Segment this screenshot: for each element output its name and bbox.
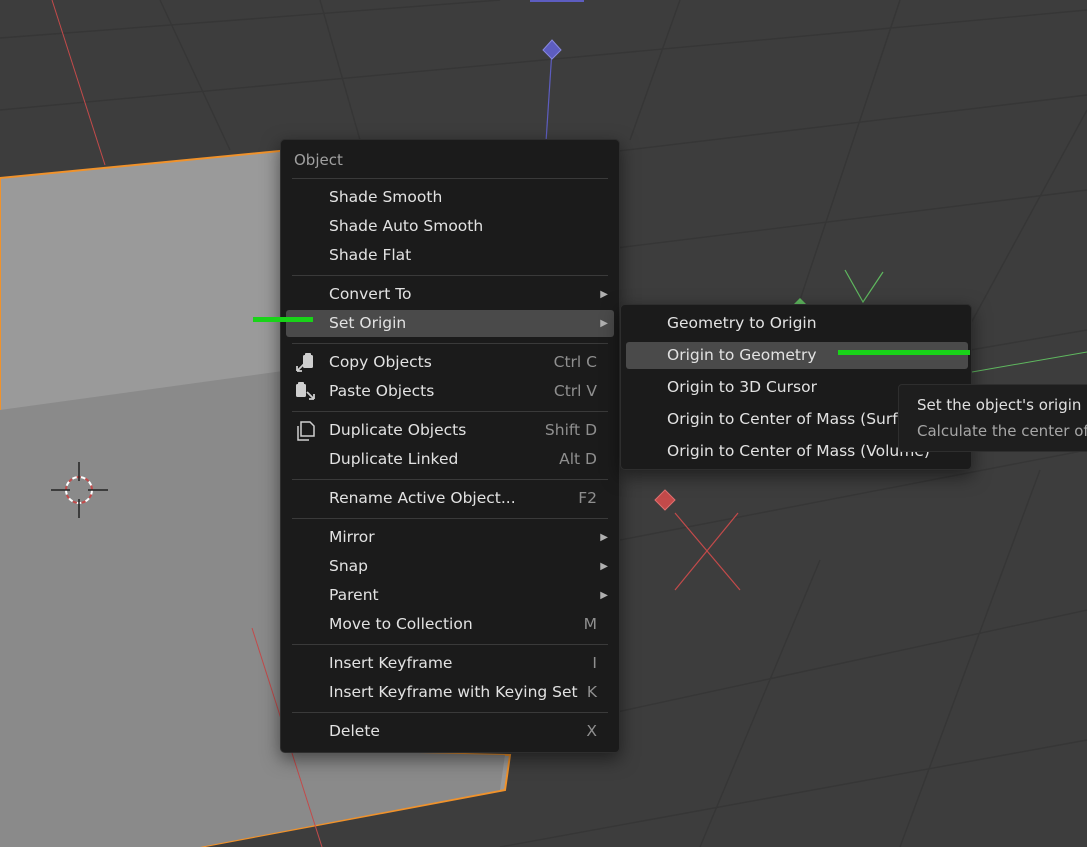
menu-item-set-origin[interactable]: Set Origin ▶	[286, 310, 614, 337]
tooltip-detail: Calculate the center of	[917, 422, 1087, 440]
menu-item-shortcut: Alt D	[559, 450, 597, 468]
menu-item-shortcut: M	[583, 615, 597, 633]
menu-item-label: Insert Keyframe	[329, 654, 453, 672]
menu-item-mirror[interactable]: Mirror ▶	[286, 524, 614, 551]
menu-item-copy-objects[interactable]: Copy Objects Ctrl C	[286, 349, 614, 376]
z-gizmo-axis	[545, 49, 553, 143]
menu-item-shade-auto-smooth[interactable]: Shade Auto Smooth	[286, 213, 614, 240]
menu-item-label: Snap	[329, 557, 368, 575]
x-gizmo-handle-icon[interactable]	[654, 489, 676, 511]
menu-separator	[292, 712, 608, 713]
menu-item-paste-objects[interactable]: Paste Objects Ctrl V	[286, 378, 614, 405]
menu-separator	[292, 411, 608, 412]
submenu-arrow-icon: ▶	[600, 289, 608, 300]
menu-item-move-to-collection[interactable]: Move to Collection M	[286, 611, 614, 638]
menu-item-snap[interactable]: Snap ▶	[286, 553, 614, 580]
menu-item-duplicate-objects[interactable]: Duplicate Objects Shift D	[286, 417, 614, 444]
duplicate-icon	[297, 421, 315, 441]
menu-item-label: Origin to Center of Mass (Surface)	[667, 410, 932, 428]
menu-item-label: Origin to 3D Cursor	[667, 378, 817, 396]
menu-item-shade-smooth[interactable]: Shade Smooth	[286, 184, 614, 211]
x-axis-line	[51, 0, 106, 166]
menu-separator	[292, 518, 608, 519]
tooltip: Set the object's origin Calculate the ce…	[898, 384, 1087, 452]
y-gizmo-arrow-icon	[844, 269, 884, 304]
menu-item-convert-to[interactable]: Convert To ▶	[286, 281, 614, 308]
menu-item-label: Parent	[329, 586, 379, 604]
menu-item-label: Move to Collection	[329, 615, 473, 633]
menu-item-delete[interactable]: Delete X	[286, 718, 614, 745]
x-gizmo-cross-icon	[674, 512, 741, 591]
tooltip-description: Set the object's origin	[917, 396, 1082, 414]
menu-item-duplicate-linked[interactable]: Duplicate Linked Alt D	[286, 446, 614, 473]
menu-item-label: Insert Keyframe with Keying Set	[329, 683, 578, 701]
menu-item-insert-keyframe[interactable]: Insert Keyframe I	[286, 650, 614, 677]
menu-item-label: Delete	[329, 722, 380, 740]
z-gizmo-handle-icon[interactable]	[542, 39, 562, 60]
paste-icon	[296, 382, 315, 400]
y-gizmo-axis	[971, 351, 1087, 373]
menu-item-label: Rename Active Object...	[329, 489, 516, 507]
menu-item-label: Origin to Geometry	[667, 346, 817, 364]
menu-item-label: Origin to Center of Mass (Volume)	[667, 442, 930, 460]
menu-item-rename-active-object[interactable]: Rename Active Object... F2	[286, 485, 614, 512]
submenu-item-origin-to-geometry[interactable]: Origin to Geometry	[626, 342, 968, 369]
annotation-marker-origin-to-geometry	[838, 350, 970, 355]
menu-item-label: Set Origin	[329, 314, 407, 332]
menu-item-parent[interactable]: Parent ▶	[286, 582, 614, 609]
menu-item-label: Shade Flat	[329, 246, 412, 264]
menu-item-label: Mirror	[329, 528, 375, 546]
submenu-arrow-icon: ▶	[600, 590, 608, 601]
menu-item-shortcut: Shift D	[544, 421, 597, 439]
submenu-arrow-icon: ▶	[600, 532, 608, 543]
copy-icon	[296, 353, 313, 372]
submenu-item-geometry-to-origin[interactable]: Geometry to Origin	[626, 310, 968, 337]
menu-separator	[292, 275, 608, 276]
menu-item-shortcut: Ctrl V	[553, 382, 597, 400]
object-context-menu: Object Shade Smooth Shade Auto Smooth Sh…	[280, 139, 620, 753]
menu-item-label: Convert To	[329, 285, 412, 303]
menu-item-shortcut: F2	[578, 489, 597, 507]
menu-separator	[292, 178, 608, 179]
menu-item-label: Duplicate Linked	[329, 450, 459, 468]
menu-item-insert-keyframe-keying-set[interactable]: Insert Keyframe with Keying Set K	[286, 679, 614, 706]
menu-item-label: Copy Objects	[329, 353, 432, 371]
menu-item-shortcut: K	[586, 683, 597, 701]
menu-title: Object	[294, 151, 343, 169]
submenu-arrow-icon: ▶	[600, 561, 608, 572]
menu-item-label: Geometry to Origin	[667, 314, 817, 332]
menu-separator	[292, 343, 608, 344]
annotation-marker-set-origin	[253, 317, 313, 322]
menu-item-shortcut: I	[592, 654, 597, 672]
menu-separator	[292, 479, 608, 480]
menu-item-label: Shade Auto Smooth	[329, 217, 484, 235]
menu-item-label: Shade Smooth	[329, 188, 443, 206]
menu-separator	[292, 644, 608, 645]
menu-item-label: Paste Objects	[329, 382, 435, 400]
menu-item-shortcut: Ctrl C	[553, 353, 597, 371]
menu-item-shortcut: X	[586, 722, 597, 740]
submenu-arrow-icon: ▶	[600, 318, 608, 329]
menu-item-shade-flat[interactable]: Shade Flat	[286, 242, 614, 269]
menu-item-label: Duplicate Objects	[329, 421, 467, 439]
